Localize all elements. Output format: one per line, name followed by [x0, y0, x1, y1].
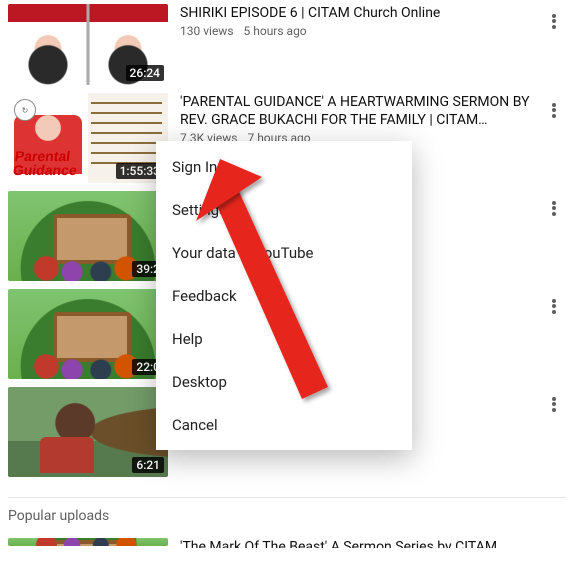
- video-thumbnail[interactable]: 39:2: [8, 191, 168, 281]
- video-meta: SHIRIKI EPISODE 6 | CITAM Church Online …: [180, 4, 530, 38]
- menu-item-your-data[interactable]: Your data in YouTube: [156, 231, 412, 274]
- live-replay-icon: ↻: [14, 99, 36, 121]
- video-title[interactable]: 'PARENTAL GUIDANCE' A HEARTWARMING SERMO…: [180, 93, 530, 129]
- menu-item-cancel[interactable]: Cancel: [156, 403, 412, 446]
- menu-item-help[interactable]: Help: [156, 317, 412, 360]
- more-menu-button[interactable]: [542, 93, 566, 119]
- video-thumbnail[interactable]: 6:21: [8, 387, 168, 477]
- video-meta: 'The Mark Of The Beast' A Sermon Series …: [180, 538, 566, 548]
- menu-item-sign-in[interactable]: Sign In: [156, 145, 412, 188]
- more-menu-button[interactable]: [542, 4, 566, 30]
- menu-item-desktop[interactable]: Desktop: [156, 360, 412, 403]
- section-title: Popular uploads: [8, 508, 566, 534]
- section-divider: [8, 497, 566, 498]
- video-title[interactable]: 'The Mark Of The Beast' A Sermon Series …: [180, 538, 566, 548]
- kebab-icon: [552, 395, 556, 413]
- video-row[interactable]: 'The Mark Of The Beast' A Sermon Series …: [8, 534, 566, 552]
- duration-badge: 26:24: [126, 65, 164, 81]
- video-thumbnail[interactable]: 26:24: [8, 4, 168, 85]
- more-menu-button[interactable]: [542, 387, 566, 413]
- video-age: 5 hours ago: [244, 24, 307, 38]
- kebab-icon: [552, 297, 556, 315]
- thumbnail-art: [8, 538, 168, 546]
- more-menu-button[interactable]: [542, 289, 566, 315]
- duration-badge: 6:21: [132, 457, 164, 473]
- more-menu-button[interactable]: [542, 191, 566, 217]
- menu-item-feedback[interactable]: Feedback: [156, 274, 412, 317]
- menu-item-settings[interactable]: Settings: [156, 188, 412, 231]
- video-views: 130 views: [180, 24, 234, 38]
- video-thumbnail[interactable]: ParentalGuidance ↻ 1:55:33: [8, 93, 168, 183]
- video-thumbnail[interactable]: 22:0: [8, 289, 168, 379]
- kebab-icon: [552, 12, 556, 30]
- video-thumbnail[interactable]: [8, 538, 168, 546]
- kebab-icon: [552, 101, 556, 119]
- account-menu-popup: Sign In Settings Your data in YouTube Fe…: [156, 141, 412, 450]
- video-row[interactable]: 26:24 SHIRIKI EPISODE 6 | CITAM Church O…: [8, 0, 566, 89]
- video-title[interactable]: SHIRIKI EPISODE 6 | CITAM Church Online: [180, 4, 530, 22]
- kebab-icon: [552, 199, 556, 217]
- video-meta: 'PARENTAL GUIDANCE' A HEARTWARMING SERMO…: [180, 93, 530, 145]
